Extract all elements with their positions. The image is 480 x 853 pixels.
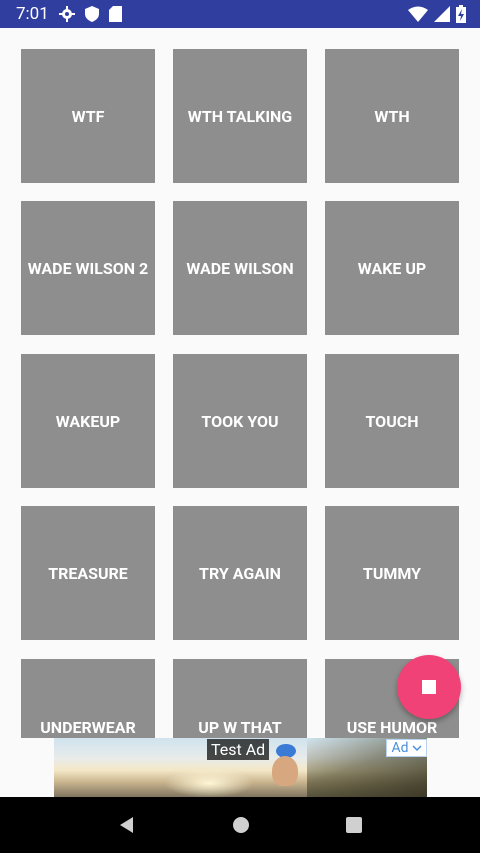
ad-choices-badge[interactable]: Ad (386, 739, 427, 757)
navigation-bar (0, 797, 480, 853)
ad-banner[interactable]: Test Ad Ad (0, 738, 480, 797)
ad-image[interactable]: Test Ad Ad (54, 738, 427, 797)
ad-badge-label: Ad (391, 740, 409, 756)
sound-tile-wth-talking[interactable]: WTH TALKING (173, 49, 307, 183)
sound-tile-wake-up[interactable]: WAKE UP (325, 201, 459, 335)
sound-tile-wtf[interactable]: WTF (21, 49, 155, 183)
sound-tile-treasure[interactable]: TREASURE (21, 506, 155, 640)
ad-sun-glow (164, 768, 254, 797)
sound-tile-wade-wilson[interactable]: WADE WILSON (173, 201, 307, 335)
stop-sound-fab[interactable] (397, 655, 461, 719)
status-bar: 7:01 (0, 0, 480, 28)
signal-icon (434, 6, 450, 22)
sound-tile-took-you[interactable]: TOOK YOU (173, 354, 307, 488)
battery-charging-icon (456, 5, 466, 23)
sound-tile-wakeup[interactable]: WAKEUP (21, 354, 155, 488)
chevron-down-icon (412, 745, 422, 752)
sound-grid: WTF WTH TALKING WTH WADE WILSON 2 WADE W… (0, 28, 480, 738)
sound-tile-underwear[interactable]: UNDERWEAR (21, 659, 155, 738)
back-icon[interactable] (117, 815, 137, 835)
person-icon (272, 756, 298, 786)
ad-title: Test Ad (207, 739, 270, 760)
home-icon[interactable] (232, 816, 250, 834)
sound-tile-touch[interactable]: TOUCH (325, 354, 459, 488)
wifi-icon (408, 6, 428, 22)
status-time: 7:01 (16, 4, 49, 24)
sound-tile-wade-wilson-2[interactable]: WADE WILSON 2 (21, 201, 155, 335)
sound-tile-wth[interactable]: WTH (325, 49, 459, 183)
stop-icon (422, 680, 436, 694)
sound-tile-up-w-that[interactable]: UP W THAT (173, 659, 307, 738)
sd-card-icon (108, 6, 122, 22)
sound-tile-try-again[interactable]: TRY AGAIN (173, 506, 307, 640)
gear-icon (58, 6, 75, 22)
shield-icon (84, 6, 99, 22)
sound-tile-tummy[interactable]: TUMMY (325, 506, 459, 640)
recents-icon[interactable] (345, 816, 363, 834)
